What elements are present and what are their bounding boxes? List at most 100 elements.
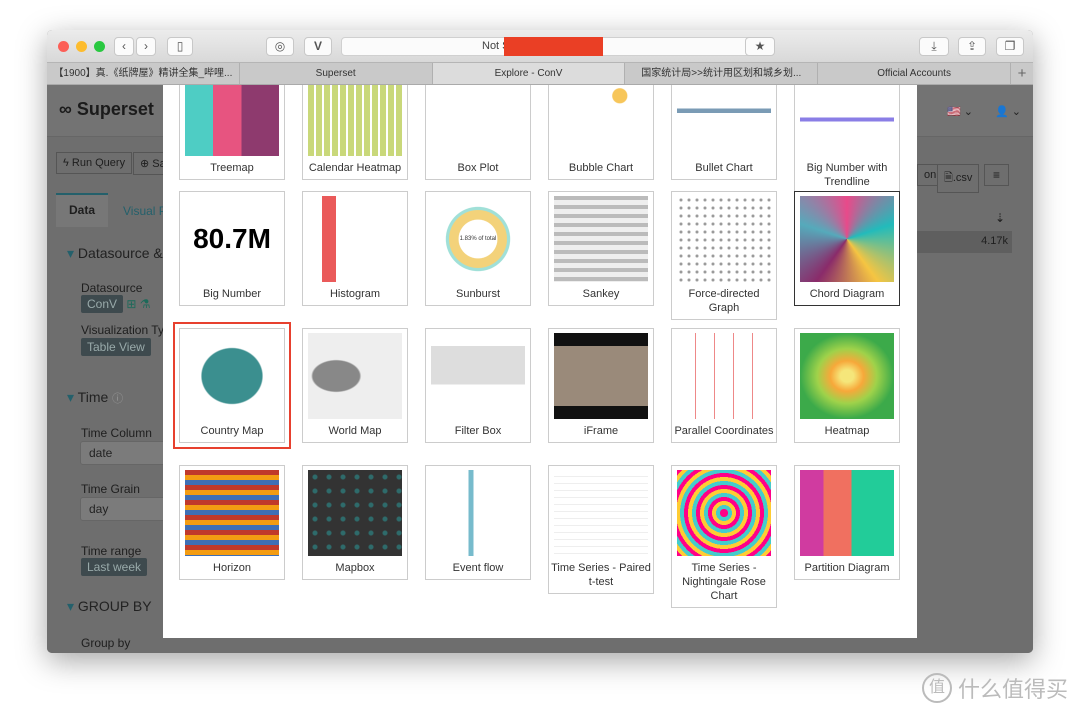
extension-1password-icon[interactable]: ◎ [266, 37, 294, 56]
viz-thumbnail [677, 196, 771, 282]
run-query-label: Run Query [71, 157, 126, 169]
viz-label: Treemap [210, 162, 254, 174]
viz-thumbnail [800, 470, 894, 556]
viz-option-histogram[interactable]: Histogram [302, 191, 408, 306]
time-column-label: Time Column [81, 426, 152, 440]
info-icon[interactable]: ⓘ [112, 393, 123, 405]
datasource-value[interactable]: ConV [81, 295, 124, 313]
tab-bilibili[interactable]: 【1900】真.《纸牌屋》精讲全集_哔哩... [47, 63, 240, 84]
viz-thumbnail: 1.83% of total [431, 196, 525, 282]
close-window-button[interactable] [58, 41, 69, 52]
viz-option-treemap[interactable]: Treemap [179, 85, 285, 180]
viz-thumbnail [185, 333, 279, 419]
file-icon: 🗎 [944, 172, 953, 184]
viz-label: Time Series - Nightingale Rose Chart [682, 562, 766, 602]
viz-thumbnail [554, 470, 648, 556]
viz-option-parallel-coordinates[interactable]: Parallel Coordinates [671, 328, 777, 443]
viz-option-calendar-heatmap[interactable]: Calendar Heatmap [302, 85, 408, 180]
viz-thumbnail [554, 85, 648, 156]
new-tab-button[interactable]: + [1011, 63, 1033, 84]
tab-data[interactable]: Data [56, 193, 108, 227]
viz-thumbnail [308, 85, 402, 156]
viz-label: Parallel Coordinates [674, 425, 774, 437]
sidebar-icon[interactable]: ▯ [167, 37, 193, 56]
time-column-select[interactable]: date [80, 441, 170, 465]
viz-thumbnail [554, 333, 648, 419]
viz-label: Bullet Chart [695, 162, 753, 174]
viz-thumbnail [677, 333, 771, 419]
viz-label: Box Plot [457, 162, 499, 174]
tab-visual-properties[interactable]: Visual P [123, 204, 167, 218]
language-flag-icon[interactable]: 🇺🇸 ⌄ [947, 105, 973, 118]
tabs-overview-icon[interactable]: ❐ [996, 37, 1024, 56]
viz-thumbnail [431, 470, 525, 556]
viz-label: World Map [328, 425, 382, 437]
viz-option-world-map[interactable]: World Map [302, 328, 408, 443]
minimize-window-button[interactable] [76, 41, 87, 52]
time-range-value[interactable]: Last week [81, 558, 148, 576]
viz-option-sunburst[interactable]: 1.83% of total Sunburst [425, 191, 531, 306]
menu-icon[interactable]: ≡ [984, 164, 1010, 186]
viz-thumbnail: 80.7M [185, 196, 279, 282]
viz-option-time-series-nightingale-rose-chart[interactable]: Time Series - Nightingale Rose Chart [671, 465, 777, 608]
browser-toolbar: ‹ › ▯ ◎ V Not S ↻ ★ ⤓ ⇪ ❐ [47, 30, 1033, 62]
bookmark-icon[interactable]: ★ [745, 37, 775, 56]
downloads-icon[interactable]: ⤓ [919, 37, 949, 56]
viz-label: Heatmap [824, 425, 870, 437]
brand[interactable]: ∞ Superset [59, 99, 154, 120]
add-icon[interactable]: ⊞ [126, 297, 136, 311]
maximize-window-button[interactable] [94, 41, 105, 52]
viz-option-big-number[interactable]: 80.7M Big Number [179, 191, 285, 306]
viz-option-sankey[interactable]: Sankey [548, 191, 654, 306]
datasource-section[interactable]: Datasource & [67, 245, 163, 262]
csv-button[interactable]: 🗎.csv [937, 164, 980, 193]
time-section[interactable]: Time ⓘ [67, 389, 123, 406]
viz-thumbnail [677, 470, 771, 556]
viz-option-bullet-chart[interactable]: Bullet Chart [671, 85, 777, 180]
viz-option-partition-diagram[interactable]: Partition Diagram [794, 465, 900, 580]
viz-option-country-map[interactable]: Country Map [173, 322, 291, 449]
viz-option-time-series-paired-t-test[interactable]: Time Series - Paired t-test [548, 465, 654, 594]
time-grain-label: Time Grain [81, 482, 140, 496]
tab-superset[interactable]: Superset [240, 63, 433, 84]
viz-option-bubble-chart[interactable]: Bubble Chart [548, 85, 654, 180]
address-bar[interactable]: Not S ↻ [341, 37, 771, 56]
viz-thumbnail [677, 85, 771, 156]
viz-type-modal: Treemap Calendar Heatmap Box Plot Bubble Ch… [163, 85, 917, 638]
run-query-button[interactable]: ϟ Run Query [56, 152, 133, 174]
viz-type-value[interactable]: Table View [81, 338, 151, 356]
viz-option-force-directed-graph[interactable]: Force-directed Graph [671, 191, 777, 320]
infinity-logo-icon: ∞ [59, 99, 72, 119]
viz-thumbnail [308, 196, 402, 282]
watermark-logo: 值什么值得买 [921, 672, 1068, 704]
viz-label: Histogram [329, 288, 381, 300]
groupby-section[interactable]: GROUP BY [67, 598, 152, 615]
viz-option-box-plot[interactable]: Box Plot [425, 85, 531, 180]
viz-option-mapbox[interactable]: Mapbox [302, 465, 408, 580]
viz-option-heatmap[interactable]: Heatmap [794, 328, 900, 443]
viz-option-horizon[interactable]: Horizon [179, 465, 285, 580]
viz-option-chord-diagram[interactable]: Chord Diagram [794, 191, 900, 306]
sort-icon[interactable]: ⇣ [995, 211, 1005, 225]
tab-official-accounts[interactable]: Official Accounts [818, 63, 1011, 84]
flask-icon[interactable]: ⚗ [140, 297, 151, 311]
user-menu-icon[interactable]: 👤 ⌄ [995, 105, 1021, 118]
share-icon[interactable]: ⇪ [958, 37, 986, 56]
viz-label: Calendar Heatmap [308, 162, 402, 174]
table-cell: 4.17k [917, 231, 1012, 253]
forward-icon[interactable]: › [136, 37, 156, 56]
viz-label: Chord Diagram [809, 288, 885, 300]
thumbnail-text: 1.83% of total [459, 236, 497, 242]
viz-thumbnail [185, 85, 279, 156]
extension-icon[interactable]: V [304, 37, 332, 56]
viz-option-big-number-with-trendline[interactable]: Big Number with Trendline [794, 85, 900, 194]
viz-option-iframe[interactable]: iFrame [548, 328, 654, 443]
viz-label: Mapbox [335, 562, 375, 574]
viz-option-filter-box[interactable]: Filter Box [425, 328, 531, 443]
viz-option-event-flow[interactable]: Event flow [425, 465, 531, 580]
tab-stats[interactable]: 国家统计局>>统计用区划和城乡划... [625, 63, 819, 84]
back-icon[interactable]: ‹ [114, 37, 134, 56]
tab-explore-conv[interactable]: Explore - ConV [432, 63, 626, 84]
time-grain-select[interactable]: day [80, 497, 170, 521]
viz-label: Bubble Chart [568, 162, 634, 174]
